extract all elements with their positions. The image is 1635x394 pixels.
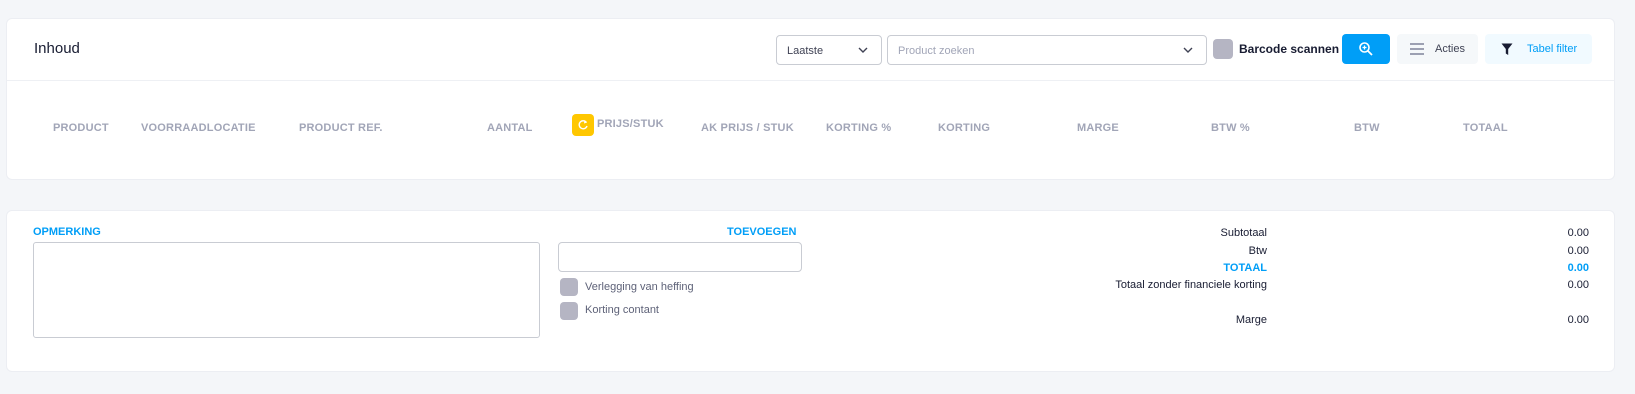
barcode-scan-label: Barcode scannen [1239,42,1340,56]
add-input[interactable] [558,242,802,272]
column-header-quantity: AANTAL [487,122,533,134]
column-header-purchase-price: AK PRIJS / STUK [701,122,794,134]
reverse-charge-checkbox[interactable] [560,278,578,296]
reverse-charge-label: Verlegging van heffing [585,281,694,293]
column-header-unit-price: PRIJS/STUK [597,118,664,130]
sort-select[interactable]: Laatste [776,35,882,65]
remark-label: OPMERKING [33,226,101,238]
column-header-vat: BTW [1354,122,1380,134]
actions-button-label: Acties [1435,43,1465,55]
add-label: TOEVOEGEN [727,226,797,238]
content-card: Inhoud Laatste Product zoeken Barcode sc… [6,18,1615,180]
content-card-header: Inhoud Laatste Product zoeken Barcode sc… [7,19,1614,81]
vat-label: Btw [1248,245,1267,257]
column-header-product: PRODUCT [53,122,109,134]
table-filter-button[interactable]: Tabel filter [1485,34,1592,64]
column-header-stock-location: VOORRAADLOCATIE [141,122,256,134]
cash-discount-label: Korting contant [585,304,659,316]
page-title: Inhoud [34,40,80,57]
cash-discount-checkbox[interactable] [560,302,578,320]
chevron-down-icon [858,47,868,53]
price-refresh-button[interactable] [572,114,594,136]
filter-icon [1501,43,1513,55]
chevron-down-icon [1183,47,1193,53]
product-search-placeholder: Product zoeken [898,45,975,57]
subtotal-value: 0.00 [1567,227,1589,239]
sort-select-value: Laatste [787,45,824,57]
total-label: TOTAAL [1223,262,1267,274]
column-header-total: TOTAAL [1463,122,1508,134]
column-header-discount-percent: KORTING % [826,122,892,134]
margin-value: 0.00 [1567,314,1589,326]
zoom-in-icon [1359,42,1373,56]
search-button[interactable] [1342,34,1390,64]
vat-value: 0.00 [1567,245,1589,257]
remark-textarea[interactable] [33,242,540,338]
column-header-discount: KORTING [938,122,991,134]
menu-icon [1410,43,1424,55]
subtotal-label: Subtotaal [1220,227,1267,239]
total-without-discount-label: Totaal zonder financiele korting [1115,279,1267,291]
product-search-select[interactable]: Product zoeken [887,35,1207,65]
table-filter-label: Tabel filter [1527,43,1578,55]
column-header-product-ref: PRODUCT REF. [299,122,383,134]
column-header-margin: MARGE [1077,122,1119,134]
margin-label: Marge [1235,314,1267,326]
total-without-discount-value: 0.00 [1567,279,1589,291]
summary-card: OPMERKING TOEVOEGEN Verlegging van heffi… [6,210,1615,372]
refresh-icon [578,120,588,130]
total-value: 0.00 [1567,262,1589,274]
barcode-scan-checkbox[interactable] [1213,39,1233,59]
actions-button[interactable]: Acties [1397,34,1478,64]
column-header-vat-percent: BTW % [1211,122,1250,134]
